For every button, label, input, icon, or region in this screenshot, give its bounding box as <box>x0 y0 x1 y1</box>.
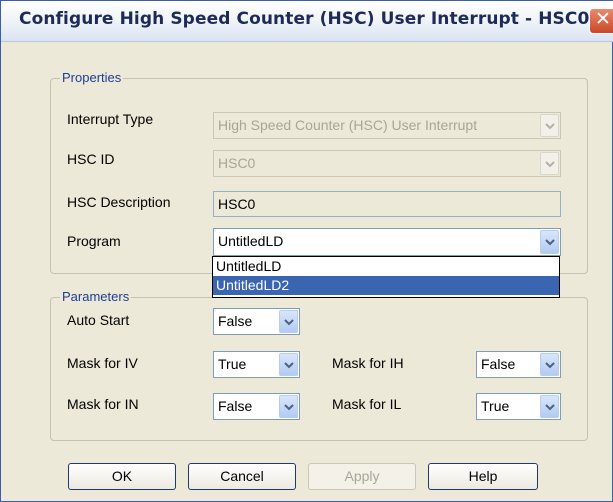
program-option-untitledld2[interactable]: UntitledLD2 <box>213 276 559 295</box>
dialog-window: Configure High Speed Counter (HSC) User … <box>0 0 613 502</box>
mask-iv-label: Mask for IV <box>67 355 138 371</box>
chevron-down-icon <box>545 161 555 168</box>
auto-start-dropdown-button[interactable] <box>279 310 298 333</box>
properties-legend: Properties <box>60 70 124 85</box>
mask-il-dropdown-button[interactable] <box>540 395 559 418</box>
mask-ih-value: False <box>481 356 516 372</box>
mask-il-value: True <box>481 398 510 414</box>
hsc-description-field[interactable]: HSC0 <box>213 191 561 217</box>
parameters-legend: Parameters <box>60 289 132 304</box>
program-dropdown-button[interactable] <box>540 230 559 254</box>
auto-start-select[interactable]: False <box>213 308 300 335</box>
mask-ih-dropdown-button[interactable] <box>540 353 559 376</box>
hsc-id-value: HSC0 <box>218 155 256 171</box>
chevron-down-icon <box>284 319 294 326</box>
mask-in-dropdown-button[interactable] <box>279 395 298 418</box>
program-select[interactable]: UntitledLD <box>213 228 561 256</box>
hsc-id-dropdown-button <box>540 152 559 175</box>
chevron-down-icon <box>545 404 555 411</box>
mask-in-label: Mask for IN <box>67 396 139 412</box>
auto-start-value: False <box>218 313 253 329</box>
mask-in-select[interactable]: False <box>213 393 300 420</box>
close-icon: ✕ <box>595 8 611 30</box>
help-button[interactable]: Help <box>428 463 538 490</box>
chevron-down-icon <box>284 362 294 369</box>
chevron-down-icon <box>545 123 555 130</box>
mask-iv-dropdown-button[interactable] <box>279 353 298 376</box>
interrupt-type-select: High Speed Counter (HSC) User Interrupt <box>213 112 561 139</box>
apply-button[interactable]: Apply <box>308 463 416 490</box>
close-button[interactable]: ✕ <box>589 8 613 34</box>
mask-il-label: Mask for IL <box>332 396 402 412</box>
chevron-down-icon <box>545 362 555 369</box>
interrupt-type-dropdown-button <box>540 114 559 137</box>
hsc-id-label: HSC ID <box>67 151 115 167</box>
cancel-button[interactable]: Cancel <box>188 463 296 490</box>
program-label: Program <box>67 233 121 249</box>
auto-start-label: Auto Start <box>67 312 130 328</box>
interrupt-type-label: Interrupt Type <box>67 111 154 127</box>
hsc-description-label: HSC Description <box>67 194 171 210</box>
program-value: UntitledLD <box>218 233 284 249</box>
chevron-down-icon <box>545 239 555 246</box>
hsc-id-select: HSC0 <box>213 150 561 177</box>
mask-il-select[interactable]: True <box>476 393 561 420</box>
mask-in-value: False <box>218 398 253 414</box>
mask-iv-value: True <box>218 356 247 372</box>
mask-ih-label: Mask for IH <box>332 355 404 371</box>
title-bar[interactable]: Configure High Speed Counter (HSC) User … <box>1 1 613 42</box>
interrupt-type-value: High Speed Counter (HSC) User Interrupt <box>218 117 478 133</box>
mask-ih-select[interactable]: False <box>476 351 561 378</box>
program-option-untitledld[interactable]: UntitledLD <box>213 257 559 276</box>
ok-button[interactable]: OK <box>68 463 176 490</box>
mask-iv-select[interactable]: True <box>213 351 300 378</box>
window-title: Configure High Speed Counter (HSC) User … <box>19 9 590 29</box>
program-dropdown-list: UntitledLD UntitledLD2 <box>212 256 560 298</box>
chevron-down-icon <box>284 404 294 411</box>
